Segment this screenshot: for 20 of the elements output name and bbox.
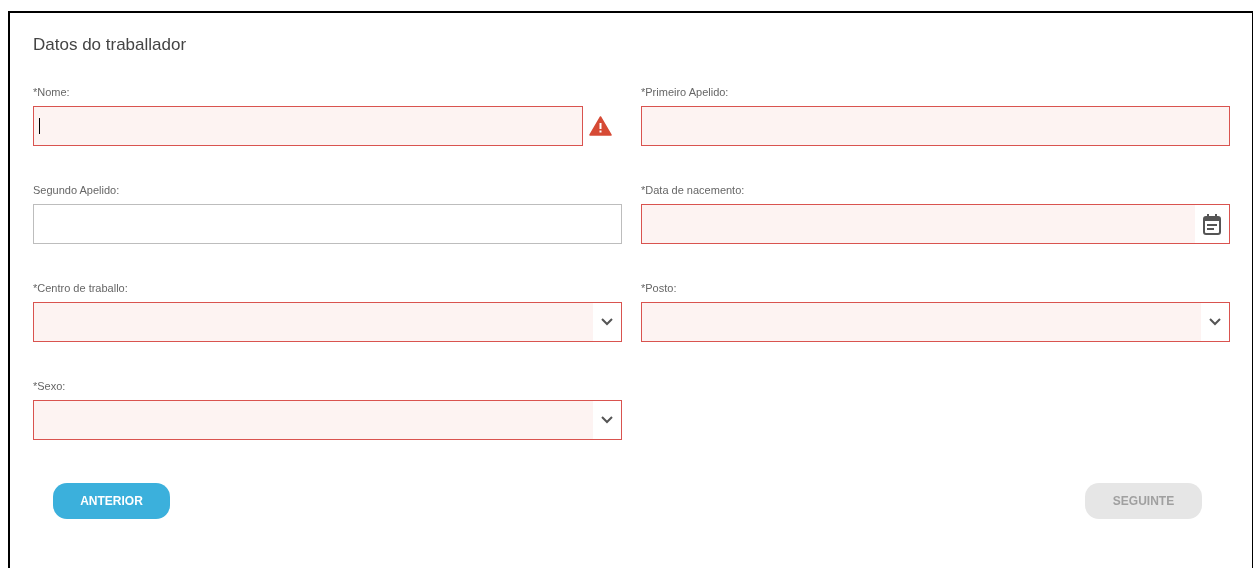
field-label: *Centro de traballo: <box>33 281 129 295</box>
calendar-icon[interactable] <box>1203 213 1221 235</box>
field-label: Segundo Apelido: <box>33 183 121 197</box>
field-label: *Sexo: <box>33 379 67 393</box>
chevron-down-icon <box>1209 318 1221 326</box>
field-label: *Data de nacemento: <box>641 183 746 197</box>
chevron-down-icon <box>601 318 613 326</box>
dropdown-field[interactable] <box>33 400 622 440</box>
field-label: *Posto: <box>641 281 678 295</box>
form-title: Datos do traballador <box>33 34 188 56</box>
text-field[interactable] <box>33 106 583 146</box>
dropdown-field[interactable] <box>33 302 622 342</box>
text-field[interactable] <box>33 204 622 244</box>
chevron-down-icon <box>601 416 613 424</box>
text-field[interactable] <box>641 106 1230 146</box>
dropdown-field[interactable] <box>641 302 1230 342</box>
date-field[interactable] <box>641 204 1230 244</box>
field-label: *Primeiro Apelido: <box>641 85 730 99</box>
nav-button[interactable]: ANTERIOR <box>53 483 170 519</box>
field-label: *Nome: <box>33 85 71 99</box>
